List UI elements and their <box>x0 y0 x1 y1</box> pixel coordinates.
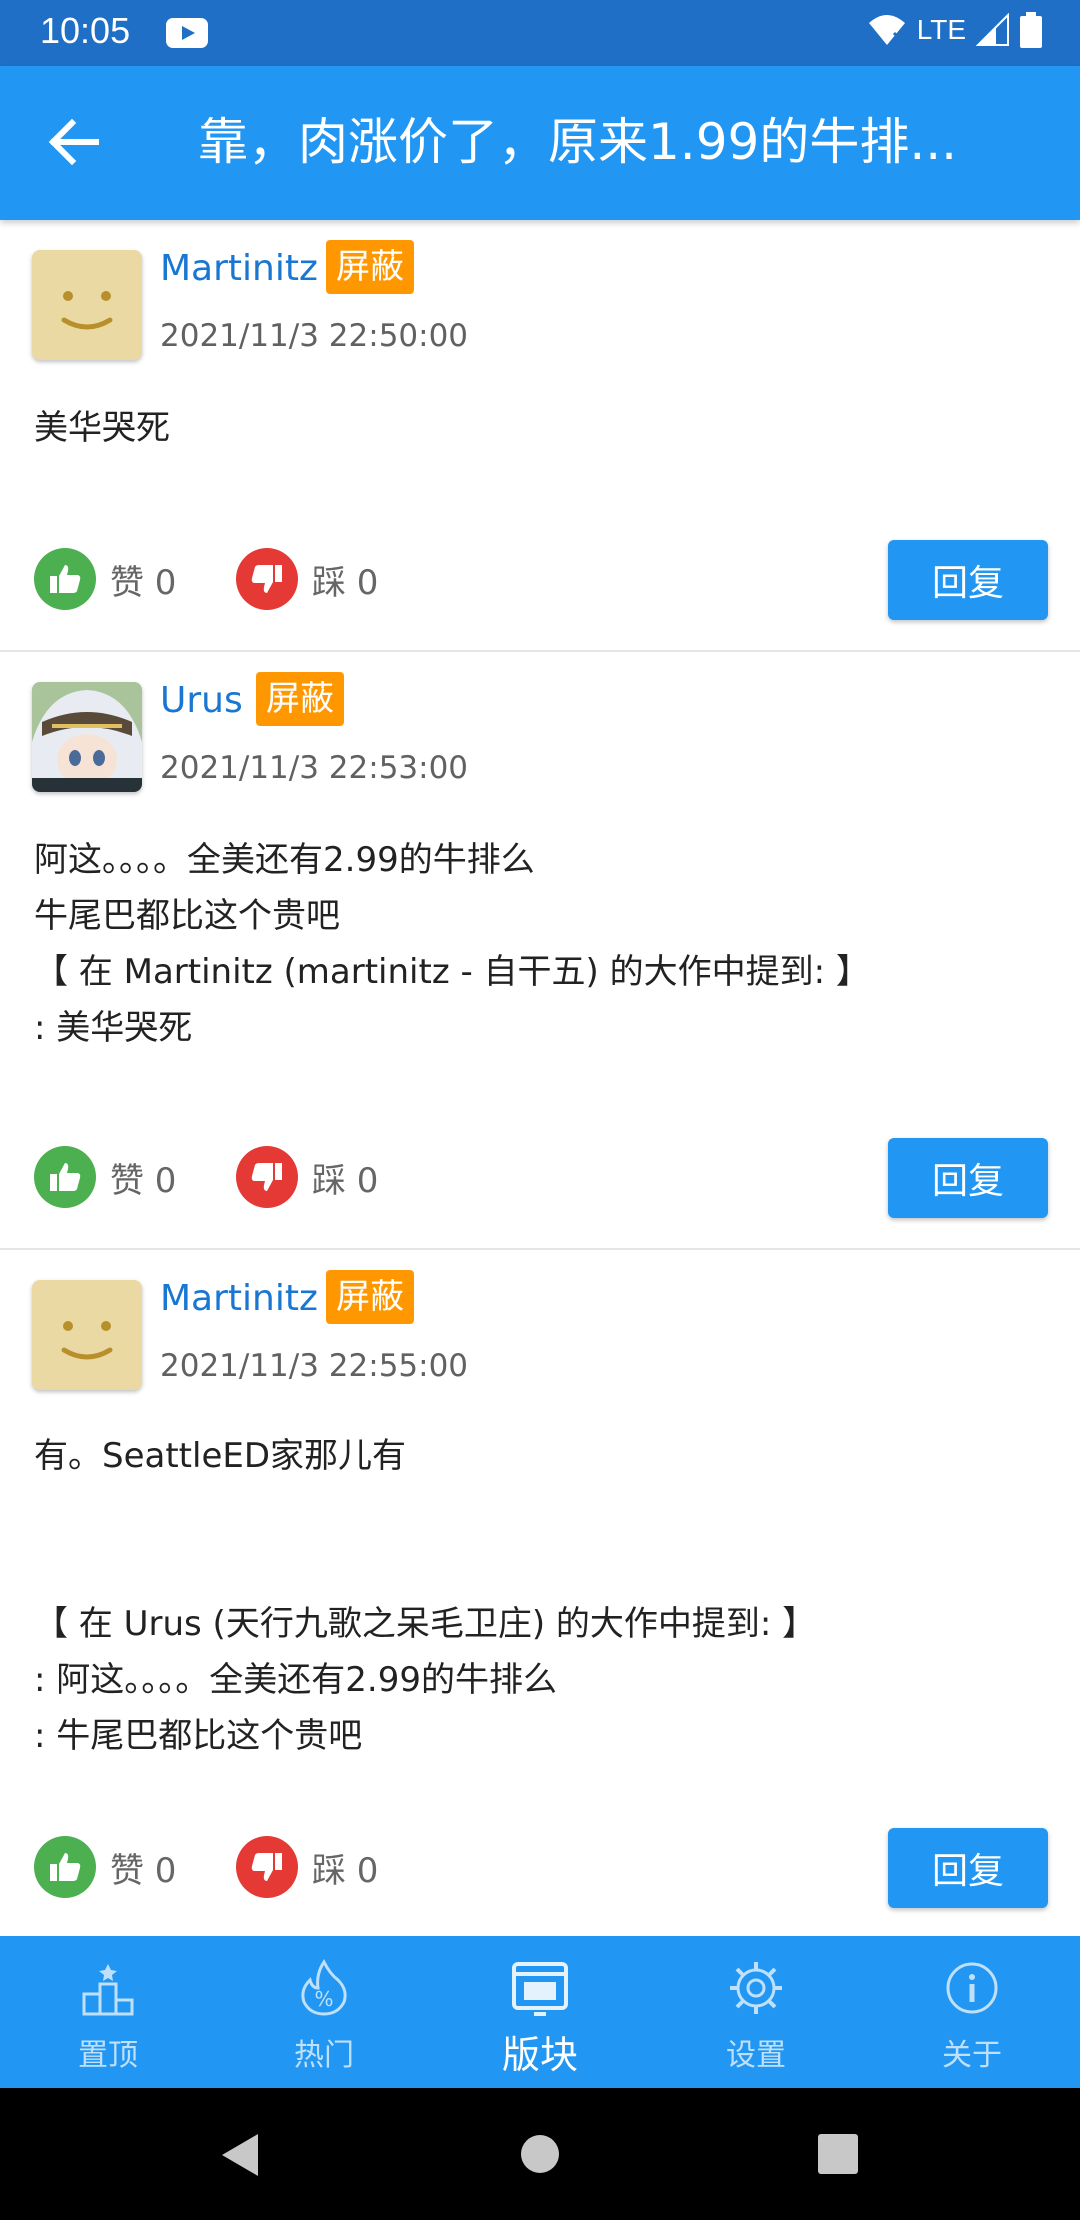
status-bar: 10:05 LTE <box>0 0 1080 66</box>
reply-button[interactable]: 回复 <box>888 540 1048 620</box>
block-badge[interactable]: 屏蔽 <box>326 1270 414 1324</box>
nav-item-hot[interactable]: % 热门 <box>216 1936 432 2088</box>
fire-icon: % <box>301 1959 347 2016</box>
thumbs-up-icon <box>34 548 96 610</box>
signal-icon <box>976 13 1009 46</box>
smiley-face-icon <box>61 1321 113 1360</box>
like-button[interactable]: 赞 0 <box>34 1146 176 1208</box>
post-item: Urus 屏蔽 2021/11/3 22:53:00 阿这。。。。全美还有2.9… <box>0 652 1080 1250</box>
username-link[interactable]: Urus <box>160 680 243 721</box>
system-back-icon[interactable] <box>220 2132 260 2178</box>
dislike-count: 踩 0 <box>312 562 379 603</box>
podium-icon <box>82 1964 134 2016</box>
thumbs-up-icon <box>34 1146 96 1208</box>
status-icons: LTE <box>867 12 1042 48</box>
thumbs-down-icon <box>236 548 298 610</box>
dislike-button[interactable]: 踩 0 <box>236 1146 378 1208</box>
post-actions: 赞 0 踩 0 回复 <box>0 1138 1080 1218</box>
like-button[interactable]: 赞 0 <box>34 1836 176 1898</box>
info-icon <box>946 1962 998 2014</box>
post-item: Martinitz 屏蔽 2021/11/3 22:55:00 有。Seattl… <box>0 1250 1080 1936</box>
block-badge[interactable]: 屏蔽 <box>256 672 344 726</box>
nav-label: 设置 <box>726 2038 786 2073</box>
system-nav-bar <box>0 2088 1080 2220</box>
post-content: 有。SeattleED家那儿有 【 在 Urus (天行九歌之呆毛卫庄) 的大作… <box>34 1436 817 1756</box>
wifi-icon <box>868 15 905 45</box>
network-type: LTE <box>916 14 966 45</box>
nav-label: 置顶 <box>78 2038 138 2073</box>
post-timestamp: 2021/11/3 22:55:00 <box>160 1348 469 1384</box>
avatar[interactable] <box>32 1280 142 1390</box>
block-badge[interactable]: 屏蔽 <box>326 240 414 294</box>
youtube-icon <box>166 18 208 48</box>
thumbs-up-icon <box>34 1836 96 1898</box>
dislike-button[interactable]: 踩 0 <box>236 1836 378 1898</box>
status-time: 10:05 <box>40 10 131 51</box>
avatar[interactable] <box>32 250 142 360</box>
like-count: 赞 0 <box>110 562 177 603</box>
system-recents-icon[interactable] <box>818 2134 858 2174</box>
post-content: 美华哭死 <box>34 408 170 448</box>
nav-label: 关于 <box>942 2038 1002 2073</box>
dislike-button[interactable]: 踩 0 <box>236 548 378 610</box>
post-content: 阿这。。。。全美还有2.99的牛排么 牛尾巴都比这个贵吧 【 在 Martini… <box>34 840 870 1048</box>
post-actions: 赞 0 踩 0 回复 <box>0 540 1080 620</box>
username-link[interactable]: Martinitz <box>160 1278 318 1319</box>
dislike-count: 踩 0 <box>312 1850 379 1891</box>
post-item: Martinitz 屏蔽 2021/11/3 22:50:00 美华哭死 赞 0… <box>0 220 1080 652</box>
system-home-icon[interactable] <box>520 2134 560 2174</box>
bottom-nav: 置顶 % 热门 版块 设置 关于 <box>0 1936 1080 2088</box>
nav-item-about[interactable]: 关于 <box>864 1936 1080 2088</box>
dislike-count: 踩 0 <box>312 1160 379 1201</box>
thumbs-down-icon <box>236 1836 298 1898</box>
svg-text:%: % <box>314 1987 333 2011</box>
nav-item-settings[interactable]: 设置 <box>648 1936 864 2088</box>
board-icon <box>512 1962 568 2016</box>
battery-icon <box>1020 12 1042 48</box>
reply-button[interactable]: 回复 <box>888 1138 1048 1218</box>
post-actions: 赞 0 踩 0 回复 <box>0 1828 1080 1908</box>
thumbs-down-icon <box>236 1146 298 1208</box>
nav-label: 热门 <box>294 2038 354 2073</box>
avatar[interactable] <box>32 682 142 792</box>
nav-item-boards[interactable]: 版块 <box>432 1936 648 2088</box>
reply-button[interactable]: 回复 <box>888 1828 1048 1908</box>
nav-item-pinned[interactable]: 置顶 <box>0 1936 216 2088</box>
like-count: 赞 0 <box>110 1850 177 1891</box>
username-link[interactable]: Martinitz <box>160 248 318 289</box>
app-bar: 靠，肉涨价了，原来1.99的牛排... <box>0 66 1080 220</box>
thread-title: 靠，肉涨价了，原来1.99的牛排... <box>198 113 958 171</box>
post-timestamp: 2021/11/3 22:53:00 <box>160 750 469 786</box>
nav-label: 版块 <box>501 2033 578 2077</box>
like-count: 赞 0 <box>110 1160 177 1201</box>
arrow-left-icon[interactable] <box>44 112 104 172</box>
like-button[interactable]: 赞 0 <box>34 548 176 610</box>
post-timestamp: 2021/11/3 22:50:00 <box>160 318 469 354</box>
anime-avatar-icon <box>32 682 142 792</box>
gear-icon <box>730 1962 782 2014</box>
smiley-face-icon <box>61 291 113 330</box>
